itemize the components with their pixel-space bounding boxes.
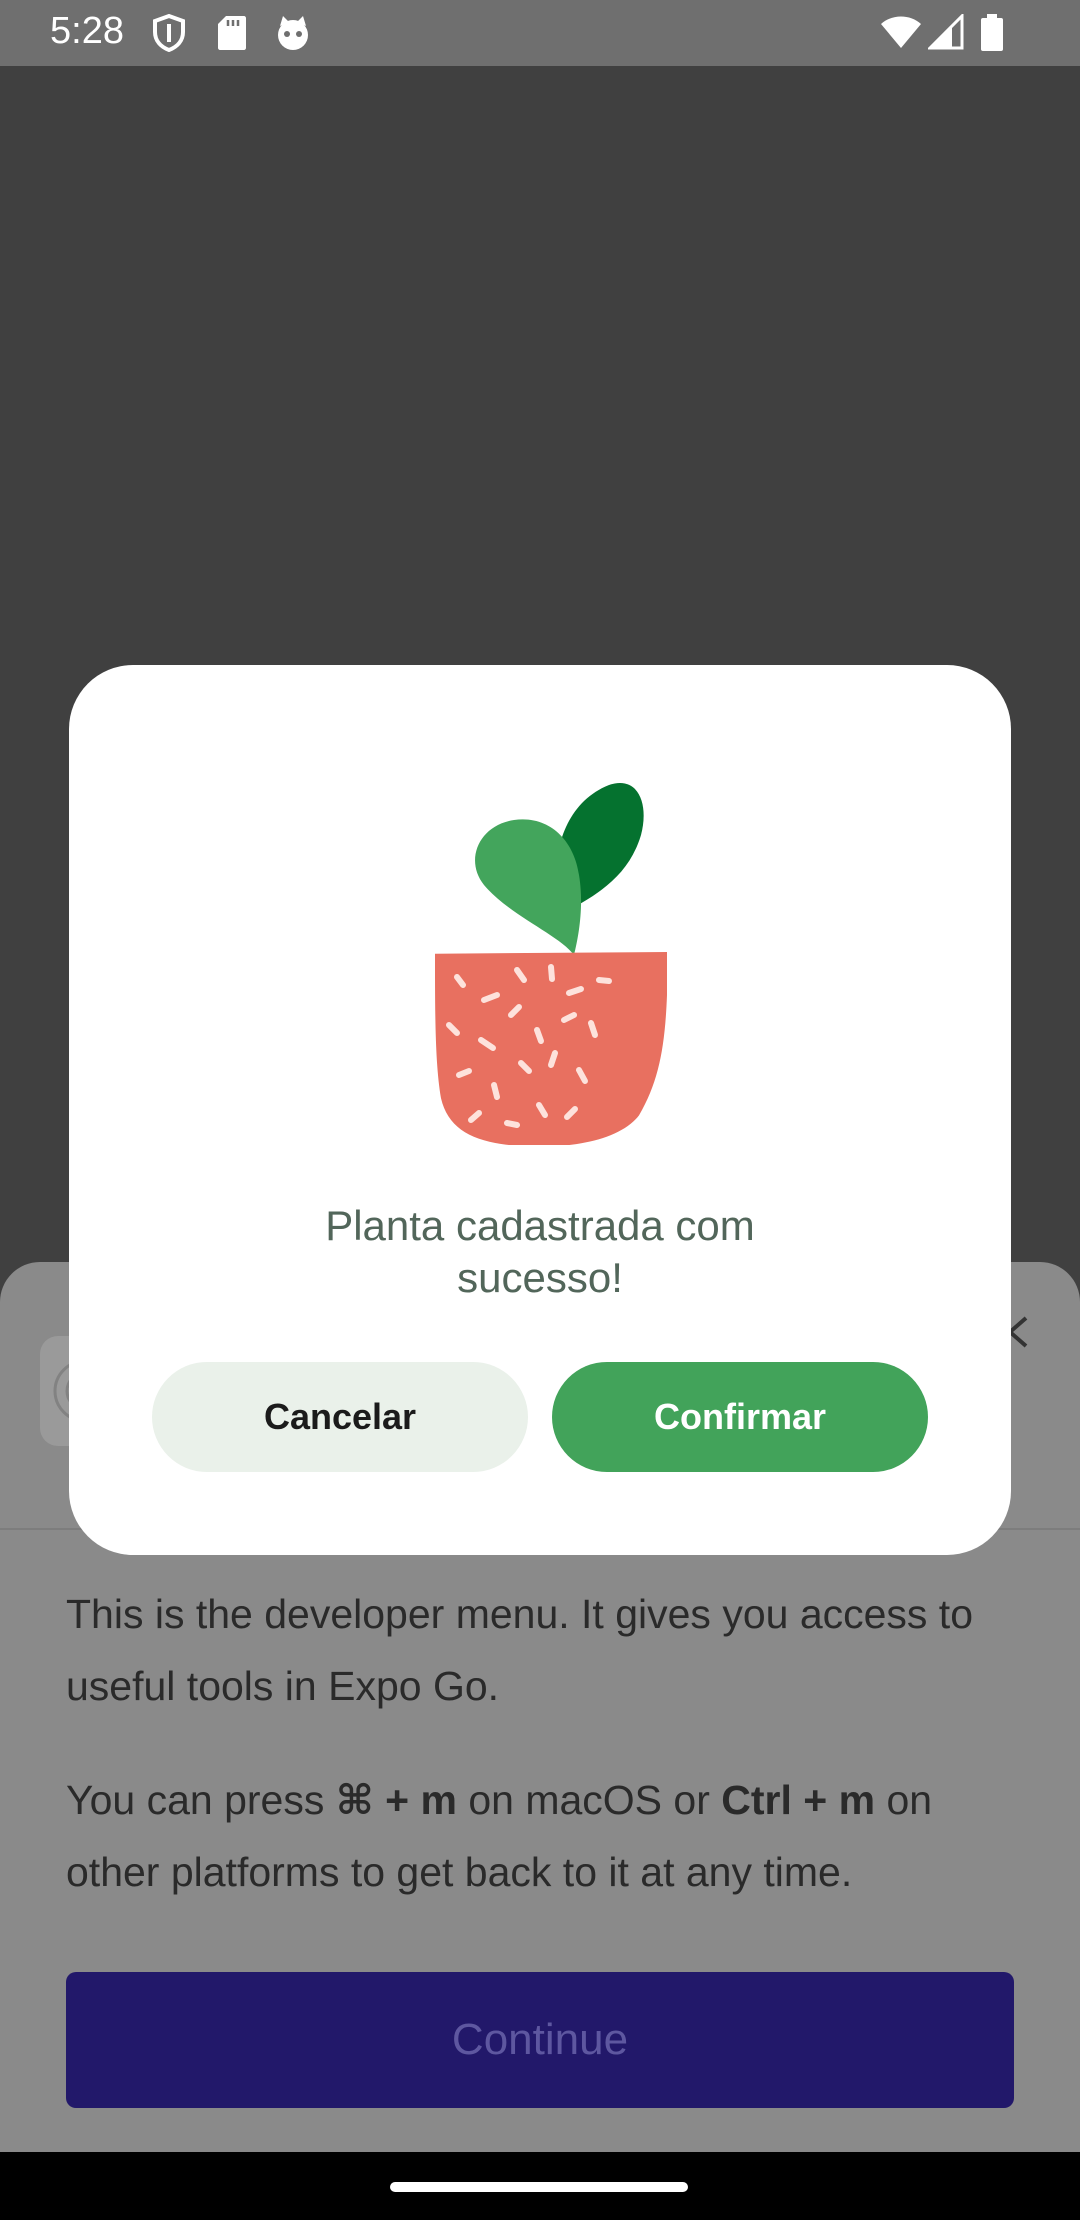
success-message: Planta cadastrada com sucesso! bbox=[325, 1202, 755, 1301]
continue-button[interactable]: Continue bbox=[66, 1972, 1014, 2108]
home-gesture-handle[interactable] bbox=[390, 2182, 688, 2192]
potted-plant-illustration bbox=[409, 745, 669, 1147]
shortcut-mac: ⌘ + m bbox=[335, 1777, 457, 1823]
shortcut-prefix: You can press bbox=[66, 1777, 336, 1823]
success-modal: Planta cadastrada com sucesso! Cancelar … bbox=[69, 665, 1011, 1555]
wifi-icon bbox=[880, 14, 922, 55]
screen: 5:28 This is the developer menu. It give… bbox=[0, 0, 1080, 2220]
battery-icon bbox=[980, 14, 1004, 57]
shield-icon bbox=[152, 13, 186, 57]
shortcut-other: Ctrl + m bbox=[721, 1777, 876, 1823]
navigation-bar bbox=[0, 2152, 1080, 2220]
status-time: 5:28 bbox=[50, 10, 124, 52]
cat-face-icon bbox=[274, 14, 312, 57]
dev-menu-shortcut-text: You can press ⌘ + m on macOS or Ctrl + m… bbox=[66, 1764, 1026, 1908]
cell-signal-icon bbox=[926, 12, 964, 55]
cancel-button[interactable]: Cancelar bbox=[152, 1362, 528, 1472]
status-bar: 5:28 bbox=[0, 0, 1080, 66]
sd-card-icon bbox=[216, 14, 248, 57]
dev-menu-intro: This is the developer menu. It gives you… bbox=[66, 1591, 974, 1709]
confirm-button[interactable]: Confirmar bbox=[552, 1362, 928, 1472]
shortcut-mid: on macOS or bbox=[456, 1777, 722, 1823]
